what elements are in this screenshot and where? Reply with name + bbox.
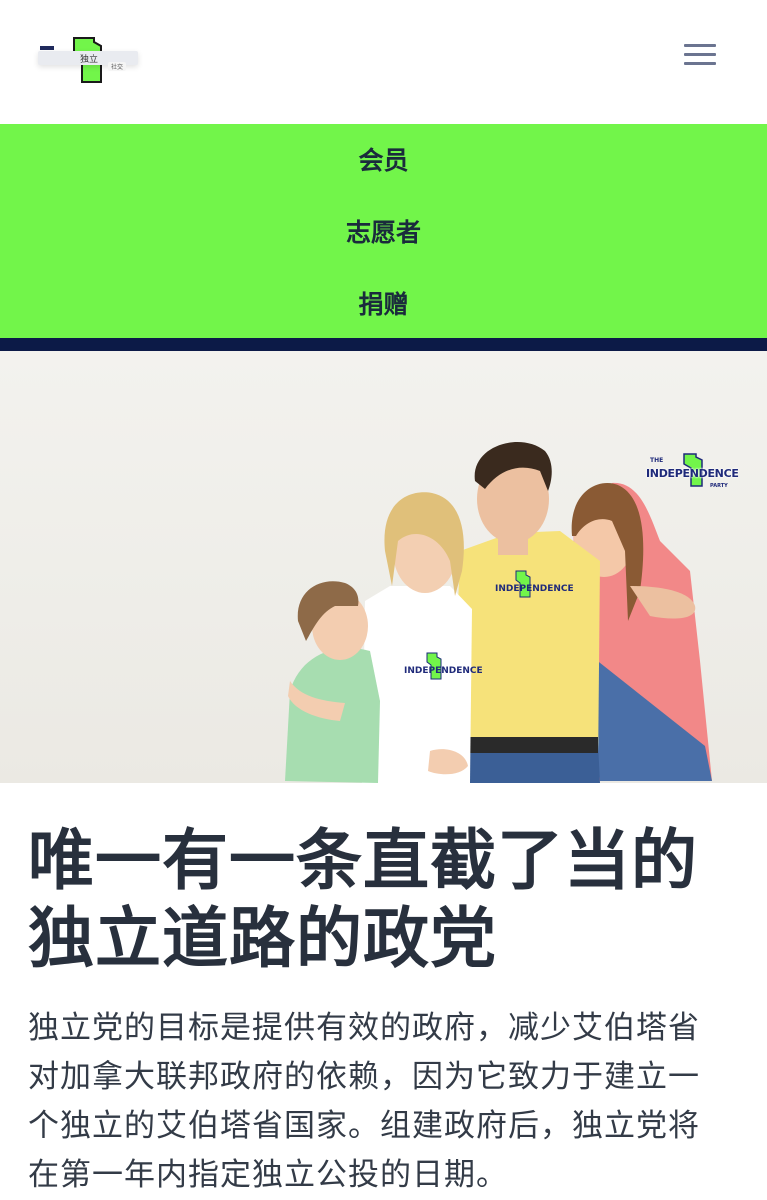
svg-text:INDEPENDENCE: INDEPENDENCE — [495, 584, 574, 594]
site-logo[interactable]: 独立 社交 — [34, 30, 144, 90]
brand-name-text: INDEPENDENCE — [646, 467, 739, 480]
menu-line — [684, 62, 716, 65]
svg-text:INDEPENDENCE: INDEPENDENCE — [404, 666, 483, 676]
brand-party-text: PARTY — [710, 483, 728, 489]
family-photo: INDEPENDENCE INDEPENDENCE — [285, 442, 712, 783]
brand-the-text: THE — [650, 457, 664, 464]
independence-party-logo: THE INDEPENDENCE PARTY — [646, 453, 746, 499]
intro-paragraph: 独立党的目标是提供有效的政府，减少艾伯塔省对加拿大联邦政府的依赖，因为它致力于建… — [28, 1010, 700, 1193]
main-nav: 会员 志愿者 捐赠 — [0, 124, 767, 338]
hero-image: INDEPENDENCE INDEPENDENCE THE INDEPENDEN… — [0, 351, 767, 783]
menu-line — [684, 53, 716, 56]
site-header: 独立 社交 — [0, 0, 767, 122]
nav-item-donate[interactable]: 捐赠 — [0, 285, 767, 321]
nav-item-volunteer[interactable]: 志愿者 — [0, 213, 767, 249]
logo-title: 独立 — [80, 55, 99, 65]
page-headline: 唯一有一条直截了当的独立道路的政党 — [28, 822, 698, 977]
logo-mark — [40, 46, 54, 50]
nav-item-membership[interactable]: 会员 — [0, 141, 767, 177]
hamburger-menu-button[interactable] — [681, 40, 719, 70]
logo-subtitle: 社交 — [108, 62, 127, 71]
page: 独立 社交 会员 志愿者 捐赠 INDEPENDENCE INDEPENDENC… — [0, 0, 767, 1200]
nav-divider — [0, 338, 767, 351]
menu-line — [684, 44, 716, 47]
